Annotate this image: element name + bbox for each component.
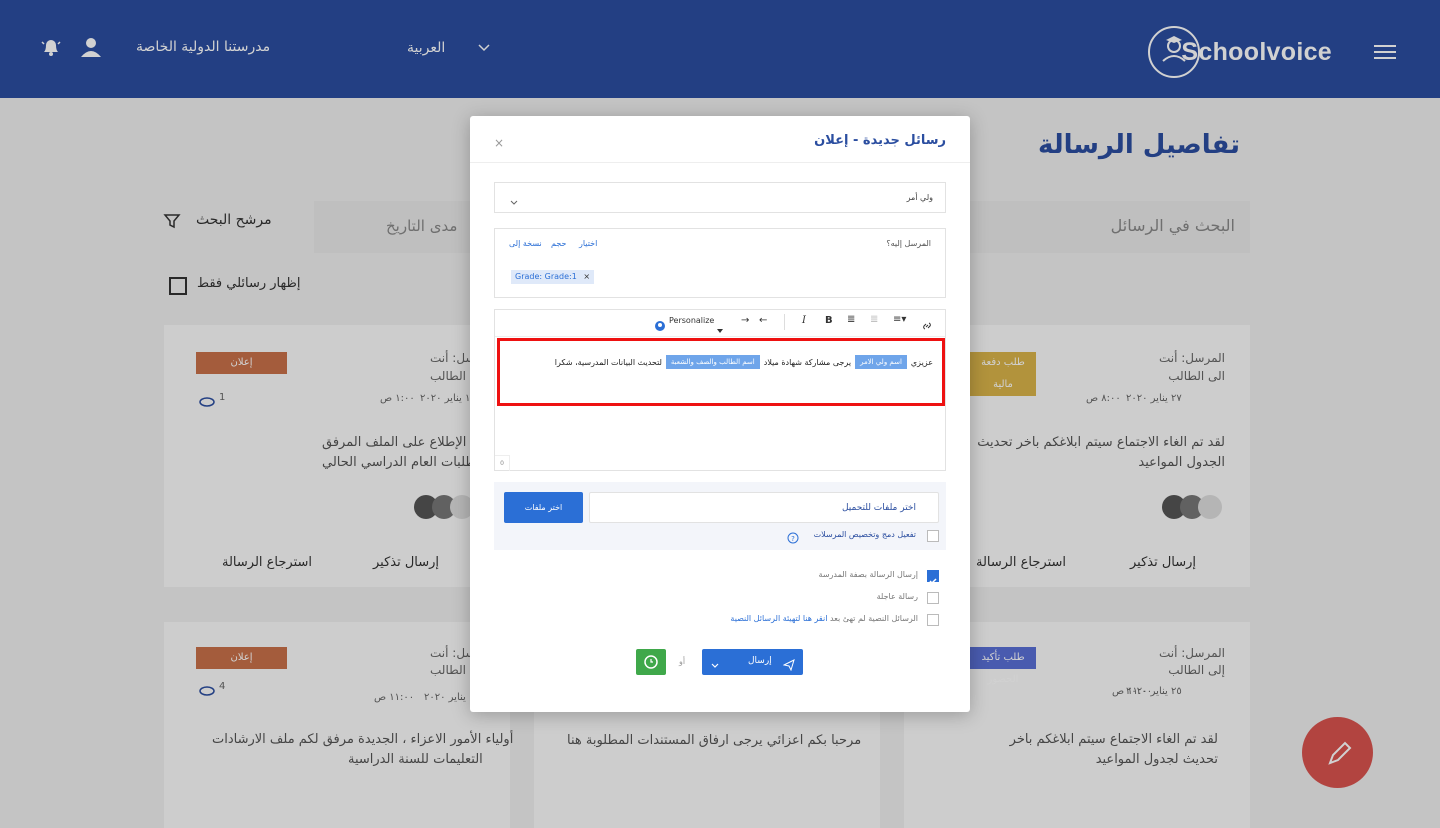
new-message-modal: رسائل جديدة - إعلان × ولي أمر المرسل إلي… [470,116,970,712]
bold-icon[interactable]: B [825,315,833,326]
message-text: لتحديث البيانات المدرسية، شكرا [554,357,662,367]
whatsapp-button[interactable] [636,649,666,675]
highlight-box [497,338,945,406]
merge-label: تفعيل دمج وتخصيص المرسلات [813,530,916,539]
send-as-school-label: إرسال الرسالة بصفة المدرسة [818,570,918,579]
close-icon[interactable]: × [494,136,504,150]
toolbar-divider [784,314,785,330]
urgent-checkbox[interactable] [927,592,939,604]
message-text: عزيزي [910,357,933,367]
link-icon[interactable] [922,316,932,335]
upload-placeholder: اختر ملفات للتحميل [841,503,916,513]
message-body[interactable]: عزيزي اسم ولي الامر يرجى مشاركة شهادة مي… [555,355,933,369]
recipient-type-select[interactable]: ولي أمر [494,182,946,213]
merge-checkbox[interactable] [927,530,939,542]
message-text: يرجى مشاركة شهادة ميلاد [763,357,852,367]
to-label: المرسل إليه؟ [886,239,931,248]
svg-text:?: ? [791,535,795,543]
rtl-icon[interactable]: ← [759,315,767,326]
chevron-down-icon [509,193,519,212]
send-label: إرسال [748,656,772,666]
italic-icon[interactable]: I [802,315,806,326]
recipients-field[interactable]: المرسل إليه؟ اختيار حجم نسخة إلى Grade: … [494,228,946,298]
divider [470,162,970,163]
size-link[interactable]: حجم [551,239,566,248]
sms-setup-link[interactable]: انقر هنا لتهيئة الرسائل النصية [730,614,827,623]
chevron-down-icon[interactable] [710,656,720,675]
urgent-label: رسالة عاجلة [876,592,918,601]
personalize-token[interactable]: اسم ولي الامر [855,355,907,369]
chip-label: Grade: Grade:1 [515,272,577,281]
personalize-token[interactable]: اسم الطالب والصف والشعبة [665,355,760,369]
message-editor[interactable]: Personalize → ← I B ≣ ≣ ≡▾ عزيزي اسم ولي… [494,309,946,471]
cc-link[interactable]: نسخة إلى [509,239,542,248]
help-icon[interactable]: ? [787,529,799,548]
personalize-dropdown[interactable]: Personalize [669,316,714,325]
recipient-type-value: ولي أمر [906,193,933,202]
personalize-icon [655,316,665,335]
modal-title: رسائل جديدة - إعلان [814,133,946,148]
or-label: أو [679,657,686,666]
sms-checkbox[interactable] [927,614,939,626]
send-button[interactable]: إرسال [702,649,803,675]
choose-files-button[interactable]: اختر ملفات [504,492,583,523]
sms-label: الرسائل النصية لم تهئ بعد انقر هنا لتهيئ… [730,614,918,623]
send-as-school-checkbox[interactable] [927,570,939,585]
chip-remove-icon[interactable]: × [583,272,590,281]
upload-input[interactable]: اختر ملفات للتحميل [589,492,939,523]
outdent-icon[interactable]: ≣ [870,314,878,325]
indent-icon[interactable]: ≣ [847,314,855,325]
char-counter: 0 [495,455,510,471]
caret-down-icon [717,318,723,337]
recipient-chip: Grade: Grade:1 × [511,270,595,284]
paper-plane-icon [782,656,795,675]
ltr-icon[interactable]: → [741,315,749,326]
choose-link[interactable]: اختيار [579,239,597,248]
align-icon[interactable]: ≡▾ [893,314,906,325]
sms-label-text: الرسائل النصية لم تهئ بعد [829,614,918,623]
